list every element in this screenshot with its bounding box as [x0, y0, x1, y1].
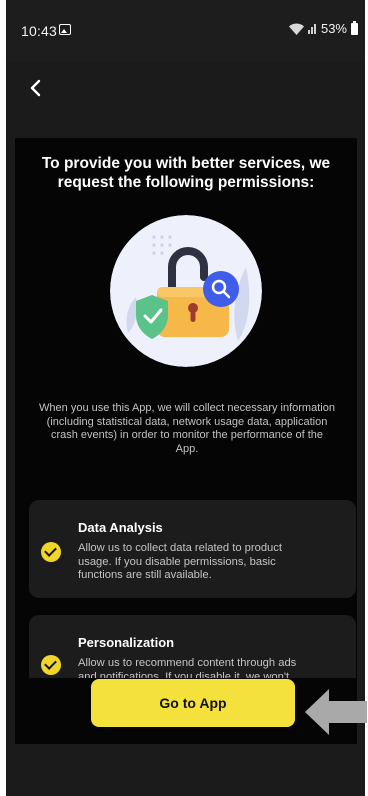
status-bar: 10:43 53%: [6, 0, 365, 62]
gallery-notification-icon: [59, 24, 71, 35]
permission-dialog: To provide you with better services, we …: [15, 138, 357, 744]
pointer-arrow-icon: [305, 689, 367, 735]
permission-title: Personalization: [78, 635, 175, 650]
checkmark-icon[interactable]: [41, 655, 61, 675]
phone-screen: 10:43 53% To provide you with better ser…: [6, 0, 365, 796]
dialog-description: When you use this App, we will collect n…: [39, 402, 335, 455]
dialog-title: To provide you with better services, we …: [41, 155, 331, 191]
status-indicators: 53%: [288, 20, 358, 36]
battery-percent: 53%: [320, 21, 347, 36]
wifi-icon: [288, 23, 304, 35]
permission-text: Allow us to collect data related to prod…: [78, 542, 282, 582]
signal-icon: [307, 23, 316, 34]
permission-title: Data Analysis: [78, 520, 163, 535]
permission-item-data-analysis: Data Analysis Allow us to collect data r…: [29, 500, 356, 598]
chevron-left-icon[interactable]: [26, 78, 46, 98]
battery-icon: [351, 20, 358, 35]
status-time: 10:43: [21, 23, 58, 39]
go-to-app-button[interactable]: Go to App: [91, 679, 295, 727]
checkmark-icon[interactable]: [41, 542, 61, 562]
security-lock-illustration: [110, 215, 262, 367]
